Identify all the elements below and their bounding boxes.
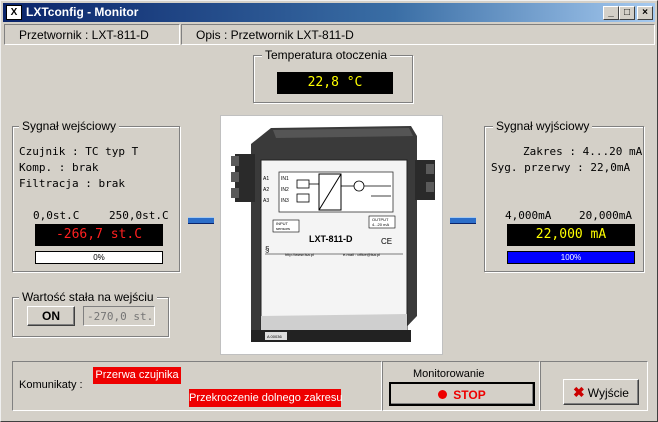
- title-bar[interactable]: X LXTconfig - Monitor _ □ ×: [3, 3, 655, 22]
- output-value-display: 22,000 mA: [507, 224, 635, 246]
- constant-value-input[interactable]: [83, 306, 155, 326]
- stop-icon: [438, 390, 448, 399]
- monitoring-title: Monitorowanie: [413, 368, 485, 380]
- constant-input-group: Wartość stała na wejściu ON: [12, 290, 169, 337]
- output-range-label: Zakres : 4...20 mA: [523, 145, 643, 158]
- exit-panel: ✖ Wyjście: [540, 361, 648, 411]
- monitoring-panel: Monitorowanie STOP: [382, 361, 540, 411]
- alert-lower-range-exceeded: Przekroczenie dolnego zakresu: [189, 389, 342, 407]
- app-icon: X: [6, 5, 22, 20]
- output-range-max: 20,000mA: [579, 209, 632, 222]
- ambient-temperature-group: Temperatura otoczenia 22,8 °C: [253, 48, 413, 103]
- description-panel: Opis : Przetwornik LXT-811-D: [181, 24, 655, 45]
- input-progress-bar: 0%: [35, 251, 163, 264]
- output-progress-bar: 100%: [507, 251, 635, 264]
- output-range-min: 4,000mA: [505, 209, 552, 222]
- input-range-max: 250,0st.C: [109, 209, 169, 222]
- exit-button[interactable]: ✖ Wyjście: [563, 379, 639, 405]
- output-signal-title: Sygnał wyjściowy: [493, 119, 593, 133]
- transmitter-label: Przetwornik : LXT-811-D: [19, 28, 149, 42]
- messages-panel: Komunikaty : Przerwa czujnika Przekrocze…: [12, 361, 382, 411]
- exit-icon: ✖: [573, 384, 585, 400]
- ambient-temperature-display: 22,8 °C: [277, 72, 393, 94]
- svg-text:http://www.lsa.pl: http://www.lsa.pl: [285, 252, 314, 257]
- stop-button[interactable]: STOP: [389, 382, 535, 406]
- svg-text:A3: A3: [263, 198, 269, 204]
- svg-text:IN1: IN1: [281, 176, 289, 182]
- alert-sensor-break: Przerwa czujnika: [93, 367, 181, 384]
- device-model-text: LXT-811-D: [309, 234, 353, 244]
- device-image: A1 A2 A3 IN1 IN2 IN3 INPUT sensors OUTPU…: [220, 115, 443, 355]
- maximize-icon[interactable]: □: [619, 6, 635, 20]
- constant-on-button[interactable]: ON: [27, 306, 75, 326]
- svg-text:IN2: IN2: [281, 187, 289, 193]
- input-filter-label: Filtracja : brak: [19, 177, 125, 190]
- input-range-min: 0,0st.C: [33, 209, 80, 222]
- input-progress-text: 0%: [93, 253, 105, 262]
- exit-button-label: Wyjście: [587, 386, 629, 400]
- input-sensor-label: Czujnik : TC typ T: [19, 145, 139, 158]
- input-comp-label: Komp. : brak: [19, 161, 99, 174]
- close-icon[interactable]: ×: [637, 6, 653, 20]
- output-signal-group: Sygnał wyjściowy Zakres : 4...20 mA Syg.…: [484, 119, 644, 272]
- device-illustration: A1 A2 A3 IN1 IN2 IN3 INPUT sensors OUTPU…: [231, 126, 435, 342]
- svg-text:A2: A2: [263, 187, 269, 193]
- input-signal-group: Sygnał wejściowy Czujnik : TC typ T Komp…: [12, 119, 180, 272]
- svg-text:4...20 mA: 4...20 mA: [372, 222, 389, 227]
- svg-text:A 00036: A 00036: [267, 334, 282, 339]
- constant-input-title: Wartość stała na wejściu: [19, 290, 157, 304]
- stop-button-label: STOP: [453, 388, 486, 402]
- output-connector: [450, 217, 476, 224]
- svg-text:IN3: IN3: [281, 198, 289, 204]
- output-progress-text: 100%: [560, 253, 582, 262]
- svg-text:e-mail : office@lsa.pl: e-mail : office@lsa.pl: [343, 252, 380, 257]
- svg-text:sensors: sensors: [276, 226, 290, 231]
- svg-text:§: §: [265, 245, 269, 254]
- ambient-temperature-title: Temperatura otoczenia: [262, 48, 391, 62]
- messages-label: Komunikaty :: [19, 379, 83, 391]
- minimize-icon[interactable]: _: [603, 6, 619, 20]
- svg-text:A1: A1: [263, 176, 269, 182]
- monitor-window: X LXTconfig - Monitor _ □ × Przetwornik …: [0, 0, 658, 422]
- svg-text:CE: CE: [381, 237, 392, 246]
- description-label: Opis : Przetwornik LXT-811-D: [196, 28, 354, 42]
- input-connector: [188, 217, 214, 224]
- output-break-signal-label: Syg. przerwy : 22,0mA: [491, 161, 631, 174]
- transmitter-panel: Przetwornik : LXT-811-D: [4, 24, 180, 45]
- window-title: LXTconfig - Monitor: [26, 5, 139, 19]
- input-value-display: -266,7 st.C: [35, 224, 163, 246]
- input-signal-title: Sygnał wejściowy: [19, 119, 120, 133]
